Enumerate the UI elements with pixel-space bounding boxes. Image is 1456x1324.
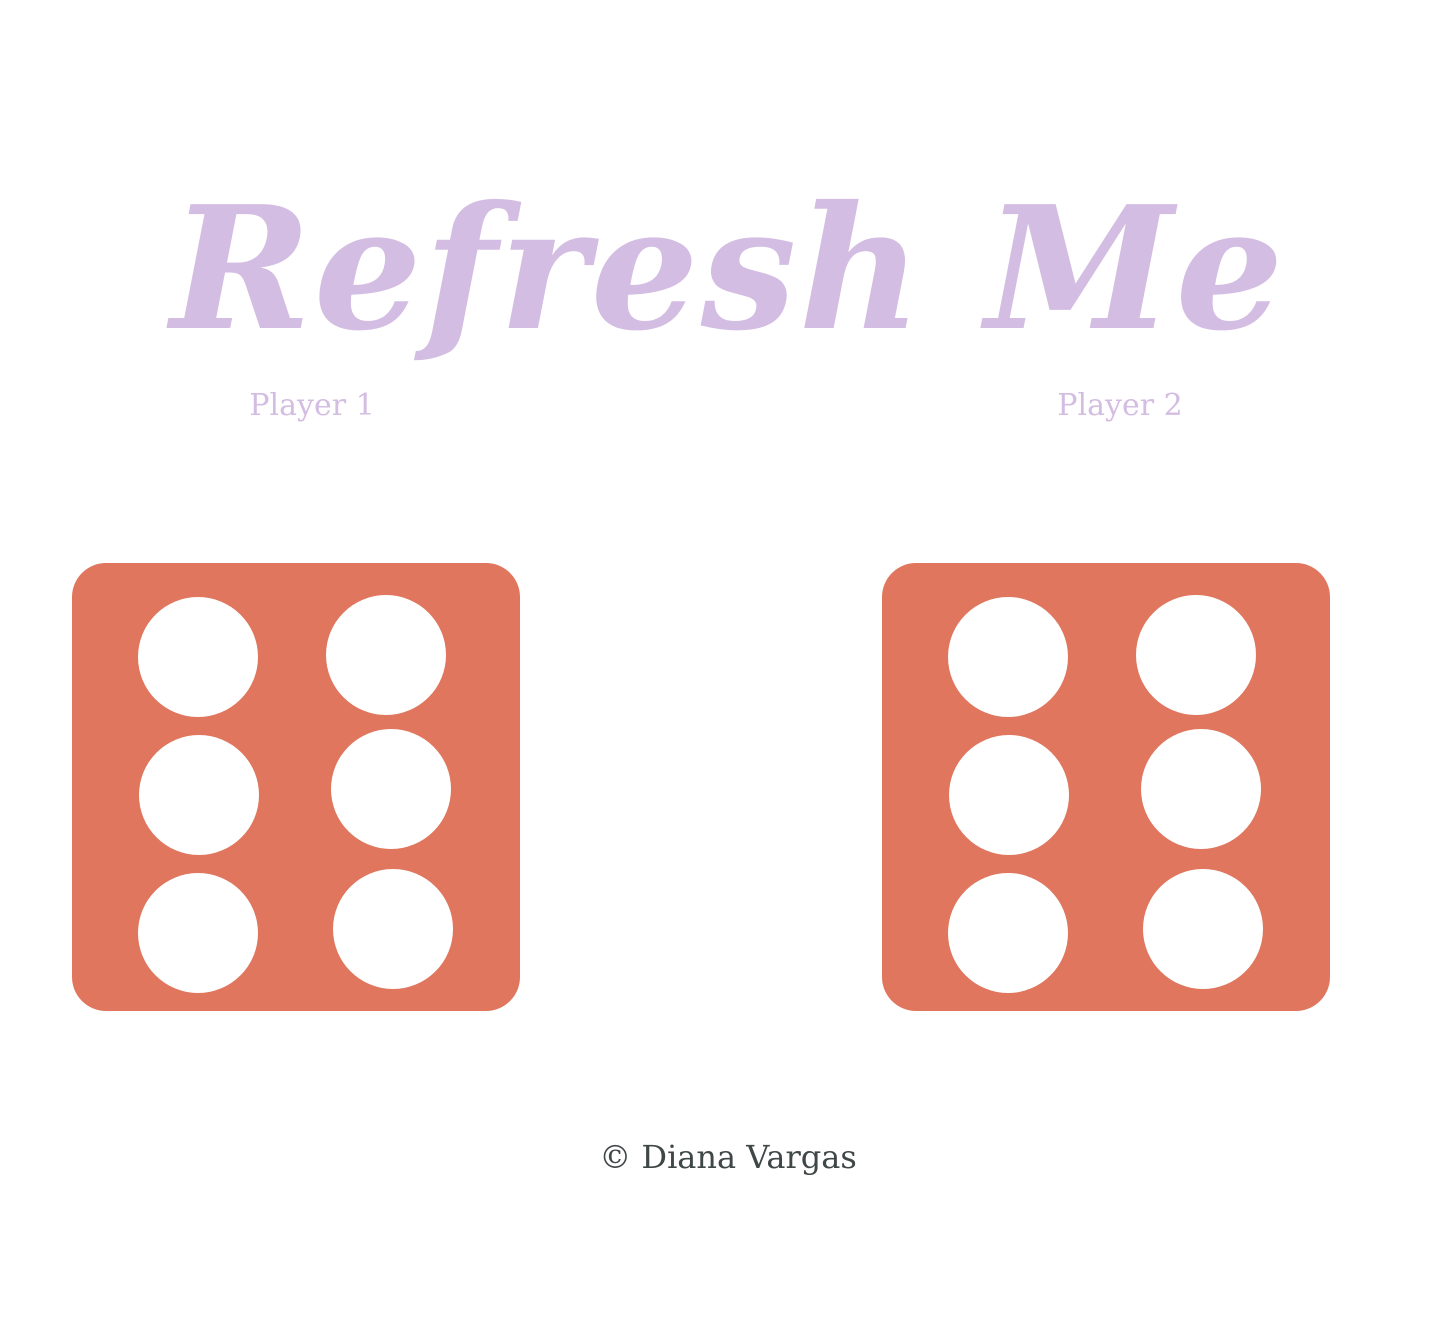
page-title: Refresh Me — [170, 168, 1286, 369]
die-pip — [333, 869, 453, 989]
die-pip — [1136, 595, 1256, 715]
die-pip — [948, 873, 1068, 993]
die-pip — [138, 873, 258, 993]
die-pip — [331, 729, 451, 849]
die-pip — [948, 597, 1068, 717]
die-pip — [1143, 869, 1263, 989]
die-pip — [139, 735, 259, 855]
die-pip — [326, 595, 446, 715]
footer-copyright: © Diana Vargas — [599, 1138, 857, 1176]
die-pip — [949, 735, 1069, 855]
player-1-label: Player 1 — [249, 388, 375, 423]
die-pip — [1141, 729, 1261, 849]
player-2-die — [882, 563, 1330, 1011]
player-2-label: Player 2 — [1057, 388, 1183, 423]
player-1-die — [72, 563, 520, 1011]
die-pip — [138, 597, 258, 717]
